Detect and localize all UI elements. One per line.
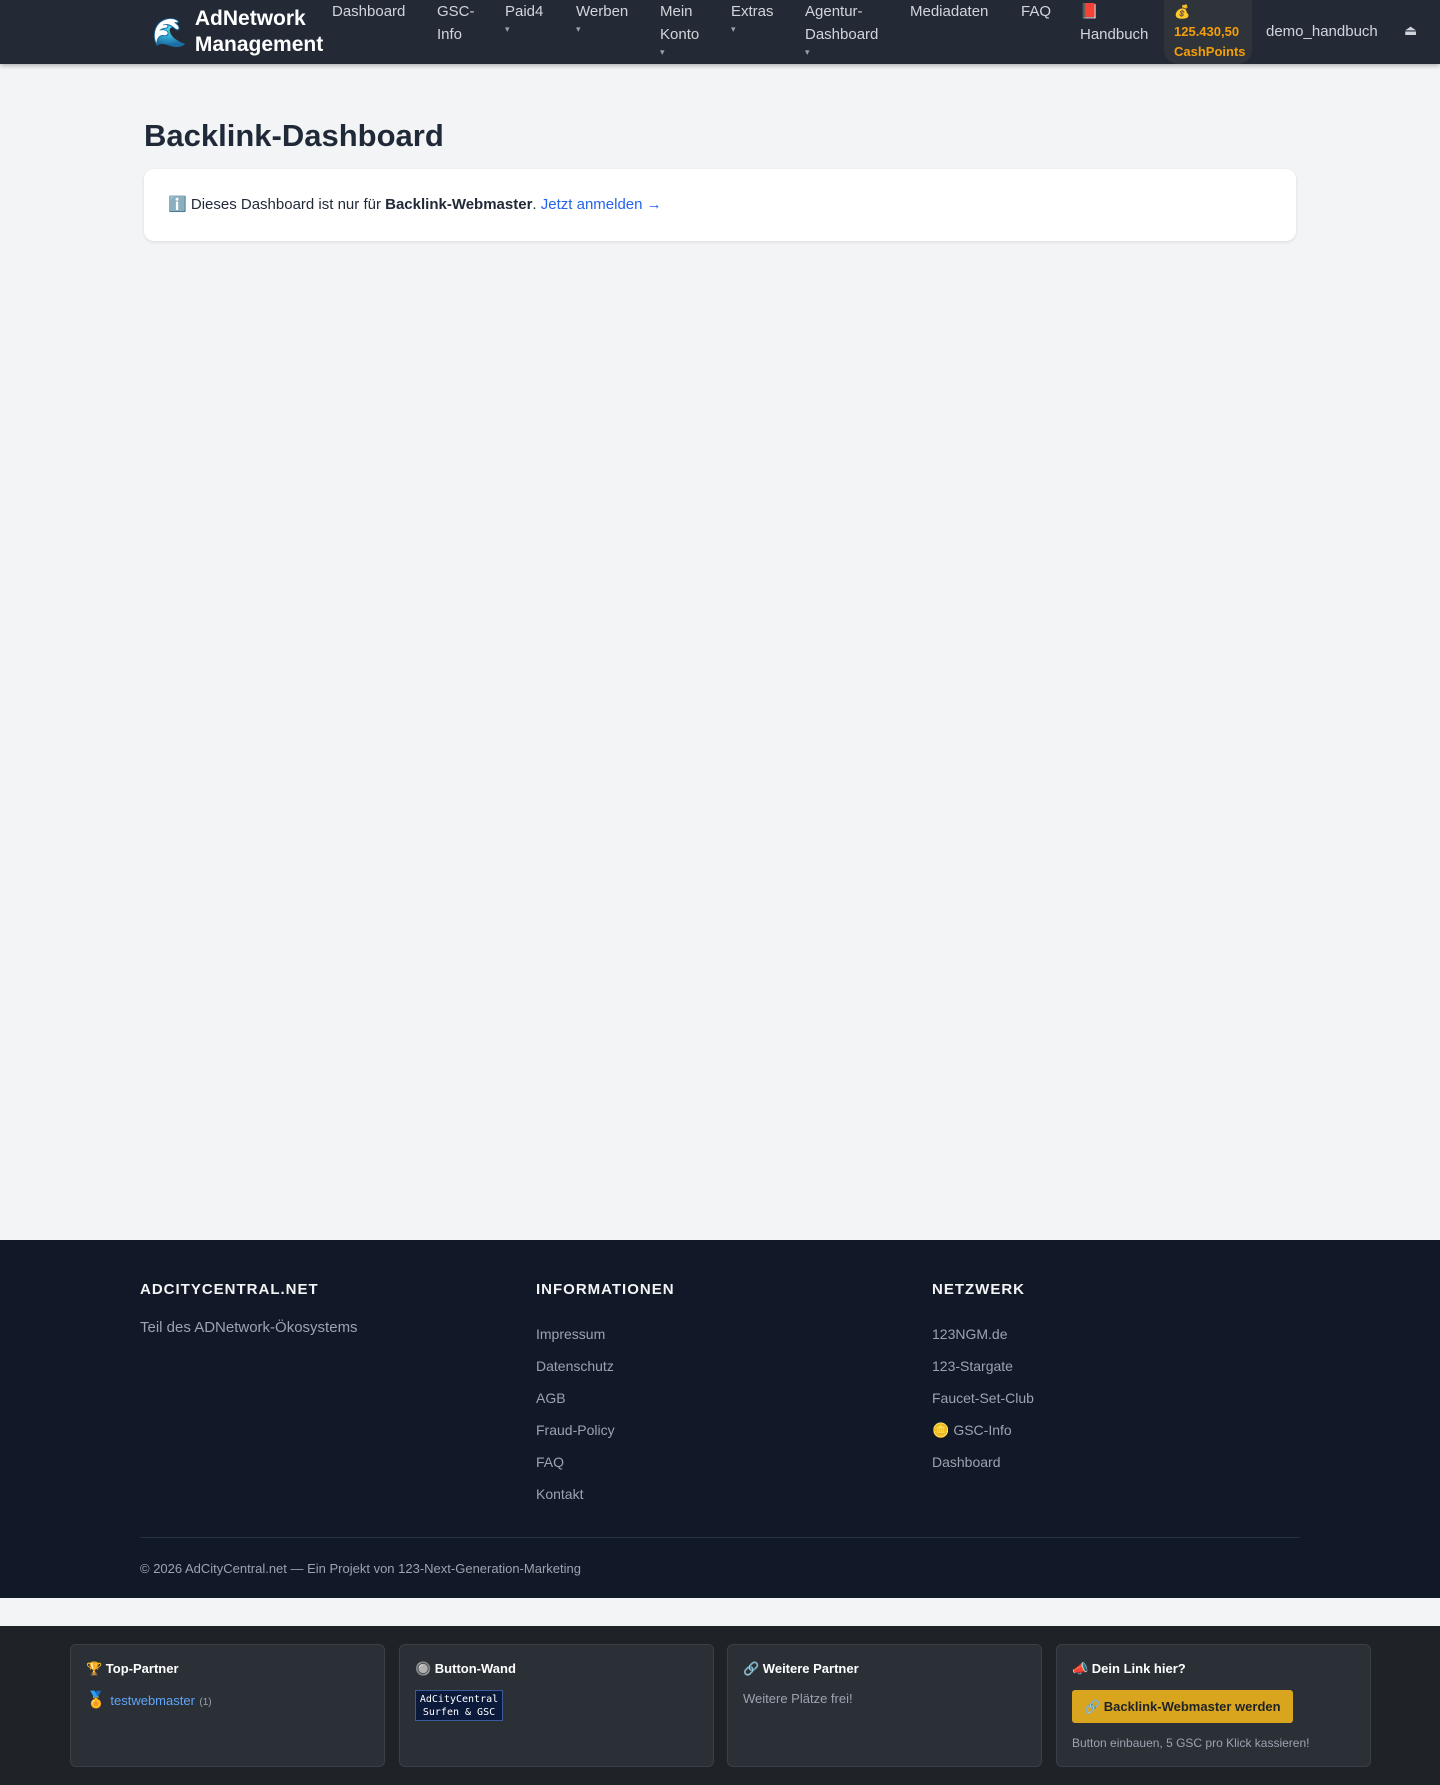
footer-info-title: INFORMATIONEN	[536, 1281, 675, 1298]
nav-faq[interactable]: FAQ	[1021, 0, 1051, 23]
footer-link-datenschutz[interactable]: Datenschutz	[536, 1350, 675, 1382]
footer-link-faq[interactable]: FAQ	[536, 1446, 675, 1478]
brand-name-line2: Management	[194, 33, 324, 56]
become-webmaster-button[interactable]: 🔗 Backlink-Webmaster werden	[1072, 1690, 1293, 1723]
footer-link-123-stargate[interactable]: 123-Stargate	[932, 1350, 1034, 1382]
your-link-card: 📣 Dein Link hier? 🔗 Backlink-Webmaster w…	[1056, 1644, 1371, 1767]
nav-handbuch[interactable]: 📕 Handbuch	[1080, 0, 1148, 46]
info-text: Dieses Dashboard ist nur für	[190, 196, 381, 213]
nav-paid4[interactable]: Paid4 ▾	[505, 0, 543, 35]
footer-col-brand: ADCITYCENTRAL.NET Teil des ADNetwork-Öko…	[140, 1280, 358, 1338]
nav-gsc-info[interactable]: GSC- Info	[437, 0, 475, 46]
brand-logo[interactable]: 🌊 AdNetwork Management	[152, 6, 323, 58]
info-icon: ℹ️	[168, 196, 187, 213]
footer-link-kontakt[interactable]: Kontakt	[536, 1478, 675, 1510]
more-partners-text: Weitere Plätze frei!	[743, 1691, 853, 1706]
partner-bar: 🏆 Top-Partner 🏅 testwebmaster (1) 🔘 Butt…	[0, 1626, 1440, 1785]
footer-link-dashboard[interactable]: Dashboard	[932, 1446, 1034, 1478]
button-wall-card: 🔘 Button-Wand AdCityCentral Surfen & GSC	[399, 1644, 714, 1767]
footer-col-info: INFORMATIONEN Impressum Datenschutz AGB …	[536, 1280, 675, 1510]
button-wall-title: 🔘 Button-Wand	[415, 1661, 516, 1676]
top-partner-count: (1)	[199, 1697, 212, 1708]
footer-brand-text: Teil des ADNetwork-Ökosystems	[140, 1319, 358, 1336]
chevron-down-icon: ▾	[576, 24, 581, 34]
nav-werben[interactable]: Werben ▾	[576, 0, 628, 35]
info-card: ℹ️ Dieses Dashboard ist nur für Backlink…	[144, 169, 1296, 241]
logout-icon[interactable]: ⏏	[1404, 22, 1417, 39]
chevron-down-icon: ▾	[731, 24, 736, 34]
more-partners-title: 🔗 Weitere Partner	[743, 1661, 859, 1676]
chevron-down-icon: ▾	[660, 47, 665, 57]
nav-dashboard[interactable]: Dashboard	[332, 0, 405, 23]
adcitycentral-badge[interactable]: AdCityCentral Surfen & GSC	[415, 1690, 503, 1721]
cashpoints-unit: CashPoints	[1174, 44, 1246, 59]
book-icon: 📕	[1080, 3, 1099, 20]
footer-link-impressum[interactable]: Impressum	[536, 1318, 675, 1350]
footer-brand-title: ADCITYCENTRAL.NET	[140, 1281, 319, 1298]
info-bold-role: Backlink-Webmaster	[385, 196, 533, 213]
nav-extras[interactable]: Extras ▾	[731, 0, 774, 35]
user-menu[interactable]: demo_handbuch	[1266, 20, 1378, 43]
cashpoints-amount: 125.430,50	[1174, 24, 1240, 39]
copyright: © 2026 AdCityCentral.net — Ein Projekt v…	[140, 1561, 581, 1576]
footer-link-123ngm[interactable]: 123NGM.de	[932, 1318, 1034, 1350]
cashpoints-balance[interactable]: 💰 125.430,50 CashPoints	[1164, 0, 1252, 64]
top-partner-link[interactable]: testwebmaster	[110, 1693, 195, 1708]
page-title: Backlink-Dashboard	[144, 118, 444, 153]
top-navbar: 🌊 AdNetwork Management Dashboard GSC- In…	[0, 0, 1440, 64]
medal-icon: 🏅	[86, 1692, 106, 1709]
footer: ADCITYCENTRAL.NET Teil des ADNetwork-Öko…	[0, 1240, 1440, 1598]
wave-icon: 🌊	[152, 16, 187, 48]
nav-mediadaten[interactable]: Mediadaten	[910, 0, 988, 23]
footer-link-faucet-set-club[interactable]: Faucet-Set-Club	[932, 1382, 1034, 1414]
more-partners-card: 🔗 Weitere Partner Weitere Plätze frei!	[727, 1644, 1042, 1767]
footer-link-agb[interactable]: AGB	[536, 1382, 675, 1414]
brand-name-line1: AdNetwork	[194, 7, 306, 30]
footer-network-title: NETZWERK	[932, 1281, 1025, 1298]
footer-link-gsc-info[interactable]: 🪙 GSC-Info	[932, 1414, 1034, 1446]
top-partner-title: 🏆 Top-Partner	[86, 1661, 179, 1676]
nav-agentur-dashboard[interactable]: Agentur- Dashboard ▾	[805, 0, 878, 58]
money-bag-icon: 💰	[1174, 4, 1191, 19]
register-link[interactable]: Jetzt anmelden →	[541, 196, 662, 213]
footer-col-network: NETZWERK 123NGM.de 123-Stargate Faucet-S…	[932, 1280, 1034, 1478]
footer-link-fraud-policy[interactable]: Fraud-Policy	[536, 1414, 675, 1446]
chevron-down-icon: ▾	[805, 47, 810, 57]
chevron-down-icon: ▾	[505, 24, 510, 34]
footer-divider	[140, 1537, 1300, 1538]
your-link-title: 📣 Dein Link hier?	[1072, 1661, 1186, 1676]
your-link-text: Button einbauen, 5 GSC pro Klick kassier…	[1072, 1736, 1310, 1750]
top-partner-card: 🏆 Top-Partner 🏅 testwebmaster (1)	[70, 1644, 385, 1767]
nav-mein-konto[interactable]: Mein Konto ▾	[660, 0, 699, 58]
